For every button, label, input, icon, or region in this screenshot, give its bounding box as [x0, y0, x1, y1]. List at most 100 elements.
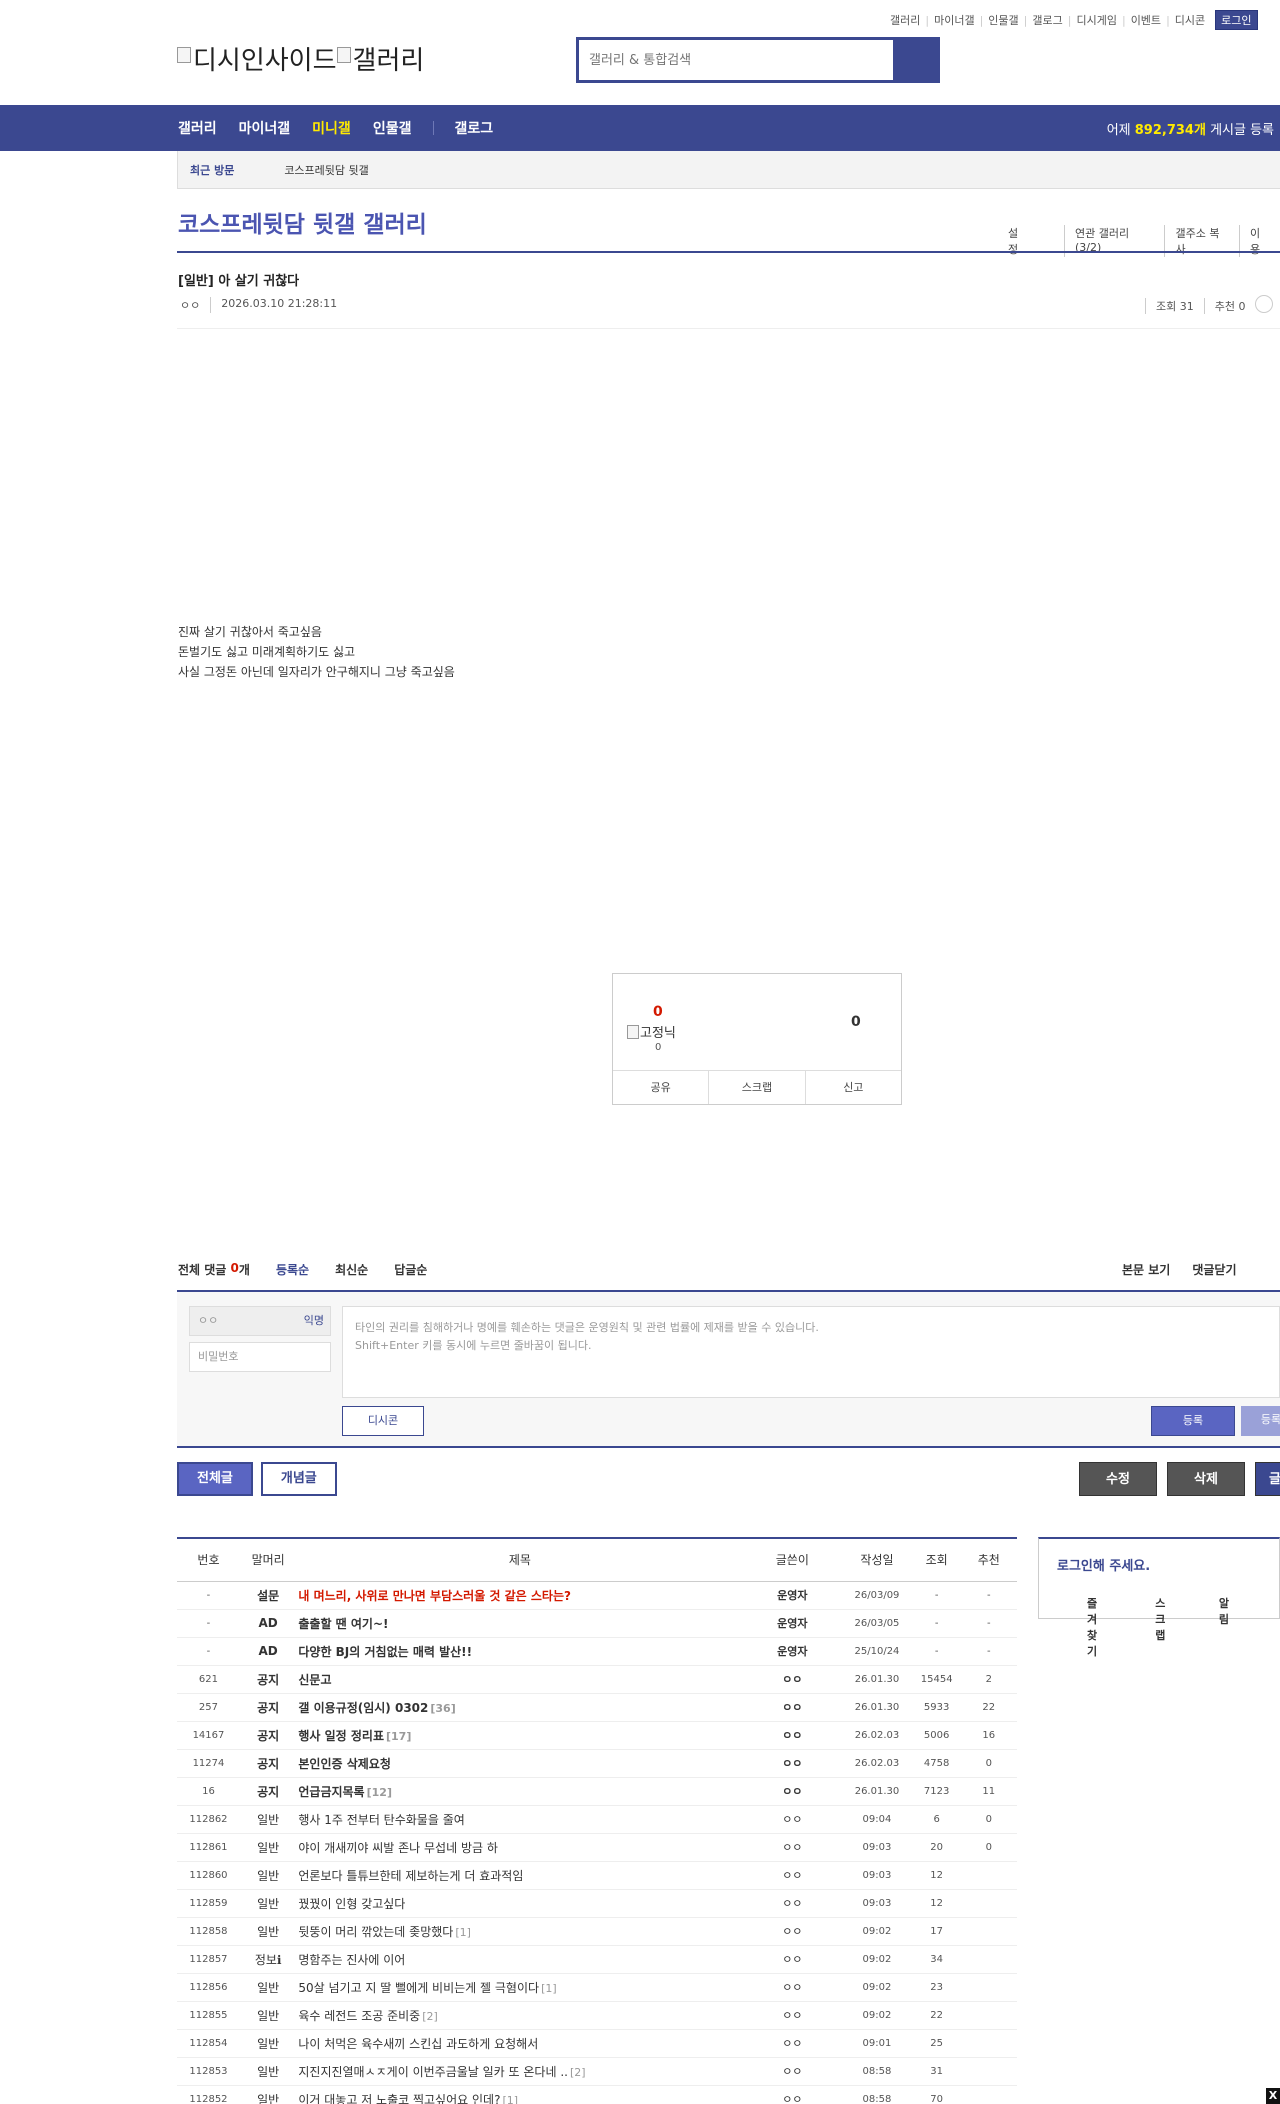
dccon-button[interactable]: 디시콘 [342, 1406, 424, 1436]
table-row[interactable]: 112857 정보ℹ 명함주는 진사에 이어 ㅇㅇ 09:02 34 [177, 1945, 1017, 1974]
post-subject-text[interactable]: 육수 레전드 조공 준비중 [298, 2009, 420, 2023]
post-writer[interactable]: ㅇㅇ [180, 297, 200, 313]
reply-count[interactable]: [1] [455, 1926, 471, 1939]
post-subject-text[interactable]: 갤 이용규정(임시) 0302 [298, 1701, 428, 1715]
share-button[interactable]: 공유 [613, 1071, 710, 1104]
post-subject[interactable]: 행사 일정 정리표 [17] [296, 1721, 744, 1750]
post-subject-text[interactable]: 50살 넘기고 지 딸 뻘에게 비비는게 젤 극혐이다 [298, 1981, 539, 1995]
post-subject-text[interactable]: 신문고 [298, 1673, 331, 1687]
post-subject-text[interactable]: 뒷뚱이 머리 깎았는데 좆망했다 [298, 1925, 453, 1939]
table-row[interactable]: 621 공지 신문고 ㅇㅇ 26.01.30 15454 2 [177, 1665, 1017, 1694]
post-subject-text[interactable]: 꿨꿨이 인형 갖고싶다 [298, 1897, 405, 1911]
post-writer[interactable]: ㅇㅇ [743, 2057, 842, 2086]
post-writer[interactable]: ㅇㅇ [743, 1861, 842, 1890]
post-writer[interactable]: ㅇㅇ [743, 1749, 842, 1778]
post-writer[interactable]: ㅇㅇ [743, 2085, 842, 2104]
post-subject-text[interactable]: 나이 처먹은 육수새끼 스킨십 과도하게 요청해서 [298, 2037, 538, 2051]
table-row[interactable]: 112855 일반 육수 레전드 조공 준비중 [2] ㅇㅇ 09:02 22 [177, 2001, 1017, 2030]
post-subject-text[interactable]: 명함주는 진사에 이어 [298, 1953, 405, 1967]
password-field[interactable]: 비밀번호 [189, 1342, 331, 1372]
reply-count[interactable]: [17] [386, 1730, 411, 1743]
table-row[interactable]: - AD 다양한 BJ의 거침없는 매력 발산!! 운영자 25/10/24- - [177, 1637, 1017, 1666]
gnb-menu-item[interactable]: 갤러리 [178, 118, 217, 138]
reply-count[interactable]: [1] [541, 1982, 557, 1995]
login-button[interactable]: 로그인 [1215, 10, 1258, 30]
post-subject[interactable]: 출출할 땐 여기~! [296, 1609, 744, 1638]
util-nav-item[interactable]: 이벤트 [1131, 12, 1161, 28]
post-subject-text[interactable]: 출출할 땐 여기~! [298, 1617, 388, 1631]
search-input[interactable] [579, 40, 893, 80]
edit-button[interactable]: 수정 [1079, 1462, 1157, 1496]
post-writer[interactable]: ㅇㅇ [743, 2001, 842, 2030]
reply-count[interactable]: [2] [422, 2010, 438, 2023]
recent-visits-label[interactable]: 최근 방문 [190, 162, 234, 178]
post-subject[interactable]: 나이 처먹은 육수새끼 스킨십 과도하게 요청해서 [296, 2029, 744, 2058]
post-subject-text[interactable]: 행사 1주 전부터 탄수화물을 줄여 [298, 1813, 464, 1827]
table-row[interactable]: 112856 일반 50살 넘기고 지 딸 뻘에게 비비는게 젤 극혐이다 [1] ㅇㅇ… [177, 1973, 1017, 2002]
post-writer[interactable]: ㅇㅇ [743, 1665, 842, 1694]
post-subject-text[interactable]: 다양한 BJ의 거침없는 매력 발산!! [298, 1645, 472, 1659]
post-writer[interactable]: 운영자 [743, 1637, 842, 1666]
table-row[interactable]: 14167 공지 행사 일정 정리표 [17] ㅇㅇ 26.02.03 5006 16 [177, 1721, 1017, 1750]
table-row[interactable]: 112853 일반 지진지진열매ㅅㅈ게이 이번주금울날 일카 또 온다네 .. [2]… [177, 2057, 1017, 2086]
scrap-link[interactable]: 스크랩 [1155, 1595, 1169, 1659]
post-subject-text[interactable]: 야이 개새끼야 씨발 존나 무섭네 방금 하 [298, 1841, 498, 1855]
post-writer[interactable]: 운영자 [743, 1581, 842, 1610]
post-subject[interactable]: 다양한 BJ의 거침없는 매력 발산!! [296, 1637, 744, 1666]
gallery-title[interactable]: 코스프레뒷담 뒷갤 갤러리 [178, 205, 427, 239]
post-subject-text[interactable]: 행사 일정 정리표 [298, 1729, 384, 1743]
table-row[interactable]: 112861 일반 야이 개새끼야 씨발 존나 무섭네 방금 하 ㅇㅇ 09:03 20 0 [177, 1833, 1017, 1862]
table-row[interactable]: 112852 일반 이거 대놓고 저 노출코 찍고싶어요 인데? [1] ㅇㅇ 08:58… [177, 2085, 1017, 2104]
nickname-field[interactable]: ㅇㅇ 익명 [189, 1306, 331, 1336]
reply-count[interactable]: [2] [570, 2066, 586, 2079]
table-row[interactable]: 112854 일반 나이 처먹은 육수새끼 스킨십 과도하게 요청해서 ㅇㅇ 09:01… [177, 2029, 1017, 2058]
util-nav-item[interactable]: 갤러리 [890, 12, 920, 28]
tab-concept-posts[interactable]: 개념글 [260, 1462, 337, 1496]
post-writer[interactable]: ㅇㅇ [743, 1833, 842, 1862]
post-writer[interactable]: ㅇㅇ [743, 1973, 842, 2002]
sort-replies[interactable]: 답글순 [394, 1261, 427, 1278]
table-row[interactable]: - AD 출출할 땐 여기~! 운영자 26/03/05- - [177, 1609, 1017, 1638]
util-nav-item[interactable]: 갤로그 [1032, 12, 1062, 28]
post-writer[interactable]: ㅇㅇ [743, 1889, 842, 1918]
write-button[interactable]: 글 [1255, 1462, 1280, 1496]
post-writer[interactable]: ㅇㅇ [743, 2029, 842, 2058]
post-writer[interactable]: 운영자 [743, 1609, 842, 1638]
post-subject-text[interactable]: 언급금지목록 [298, 1785, 364, 1799]
search-button[interactable] [893, 40, 937, 80]
post-subject[interactable]: 명함주는 진사에 이어 [296, 1945, 744, 1974]
delete-button[interactable]: 삭제 [1167, 1462, 1245, 1496]
post-subject[interactable]: 50살 넘기고 지 딸 뻘에게 비비는게 젤 극혐이다 [1] [296, 1973, 744, 2002]
util-nav-item[interactable]: 디시게임 [1076, 12, 1116, 28]
post-writer[interactable]: ㅇㅇ [743, 1805, 842, 1834]
table-row[interactable]: 112860 일반 언론보다 틀튜브한테 제보하는게 더 효과적임 ㅇㅇ 09:03 12 [177, 1861, 1017, 1890]
scrap-button[interactable]: 스크랩 [709, 1071, 806, 1104]
post-writer[interactable]: ㅇㅇ [743, 1721, 842, 1750]
post-subject-text[interactable]: 언론보다 틀튜브한테 제보하는게 더 효과적임 [298, 1869, 523, 1883]
post-writer[interactable]: ㅇㅇ [743, 1777, 842, 1806]
login-prompt[interactable]: 로그인해 주세요. [1057, 1555, 1150, 1574]
post-subject-text[interactable]: 지진지진열매ㅅㅈ게이 이번주금울날 일카 또 온다네 .. [298, 2065, 568, 2079]
post-subject[interactable]: 행사 1주 전부터 탄수화물을 줄여 [296, 1805, 744, 1834]
post-writer[interactable]: ㅇㅇ [743, 1693, 842, 1722]
report-button[interactable]: 신고 [806, 1071, 901, 1104]
util-nav-item[interactable]: 마이너갤 [934, 12, 974, 28]
close-icon[interactable]: X [1266, 2088, 1280, 2104]
post-subject-text[interactable]: 본인인증 삭제요청 [298, 1757, 391, 1771]
table-row[interactable]: 112859 일반 꿨꿨이 인형 갖고싶다 ㅇㅇ 09:03 12 [177, 1889, 1017, 1918]
sort-latest[interactable]: 최신순 [335, 1261, 368, 1278]
close-comments-link[interactable]: 댓글닫기 [1192, 1261, 1236, 1278]
post-subject[interactable]: 꿨꿨이 인형 갖고싶다 [296, 1889, 744, 1918]
table-row[interactable]: 112858 일반 뒷뚱이 머리 깎았는데 좆망했다 [1] ㅇㅇ 09:02 17 [177, 1917, 1017, 1946]
comment-submit-alt-button[interactable]: 등록 [1241, 1406, 1280, 1436]
post-subject[interactable]: 본인인증 삭제요청 [296, 1749, 744, 1778]
post-subject[interactable]: 육수 레전드 조공 준비중 [2] [296, 2001, 744, 2030]
post-subject-text[interactable]: 이거 대놓고 저 노출코 찍고싶어요 인데? [298, 2093, 500, 2104]
post-subject[interactable]: 지진지진열매ㅅㅈ게이 이번주금울날 일카 또 온다네 .. [2] [296, 2057, 744, 2086]
reply-count[interactable]: [36] [430, 1702, 455, 1715]
post-subject[interactable]: 뒷뚱이 머리 깎았는데 좆망했다 [1] [296, 1917, 744, 1946]
table-row[interactable]: - 설문 내 며느리, 사위로 만나면 부담스러울 것 같은 스타는? 운영자 26/0… [177, 1581, 1017, 1610]
table-row[interactable]: 257 공지 갤 이용규정(임시) 0302 [36] ㅇㅇ 26.01.30 5933 22 [177, 1693, 1017, 1722]
post-subject[interactable]: 갤 이용규정(임시) 0302 [36] [296, 1693, 744, 1722]
post-subject[interactable]: 신문고 [296, 1665, 744, 1694]
